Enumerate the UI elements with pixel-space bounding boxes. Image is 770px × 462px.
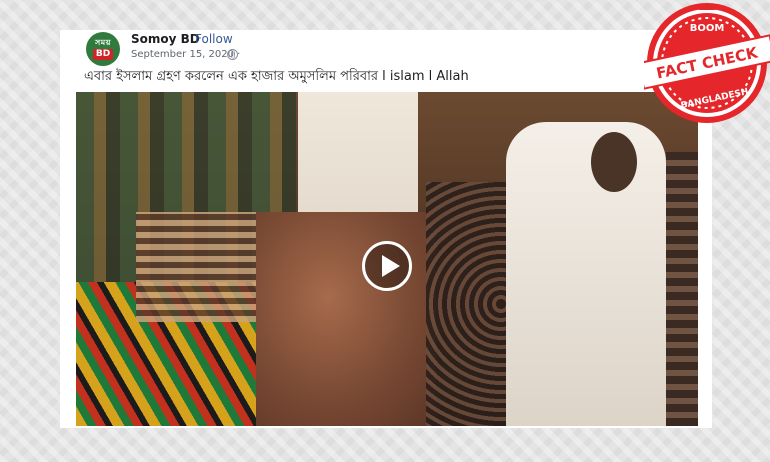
post-date[interactable]: September 15, 2020 ·: [131, 49, 240, 60]
fact-check-badge: BOOM FACT CHECK BANGLADESH: [644, 3, 770, 123]
video-frame-right-edge: [666, 152, 698, 426]
video-frame-seated-man: [256, 212, 436, 426]
play-icon[interactable]: [362, 241, 412, 291]
video-frame-right-head: [591, 132, 637, 192]
video-frame-white-robe-right: [506, 122, 666, 426]
follow-button[interactable]: Follow: [195, 32, 233, 46]
avatar-top-text: সময়: [95, 37, 111, 47]
badge-brand-text: BOOM: [690, 23, 725, 34]
page-avatar[interactable]: সময় BD: [86, 32, 120, 66]
avatar-bottom-text: BD: [92, 48, 114, 60]
header-separator: ·: [186, 32, 190, 46]
globe-icon: [227, 49, 238, 60]
post-caption: এবার ইসলাম গ্রহণ করলেন এক হাজার অমুসলিম …: [84, 69, 469, 84]
